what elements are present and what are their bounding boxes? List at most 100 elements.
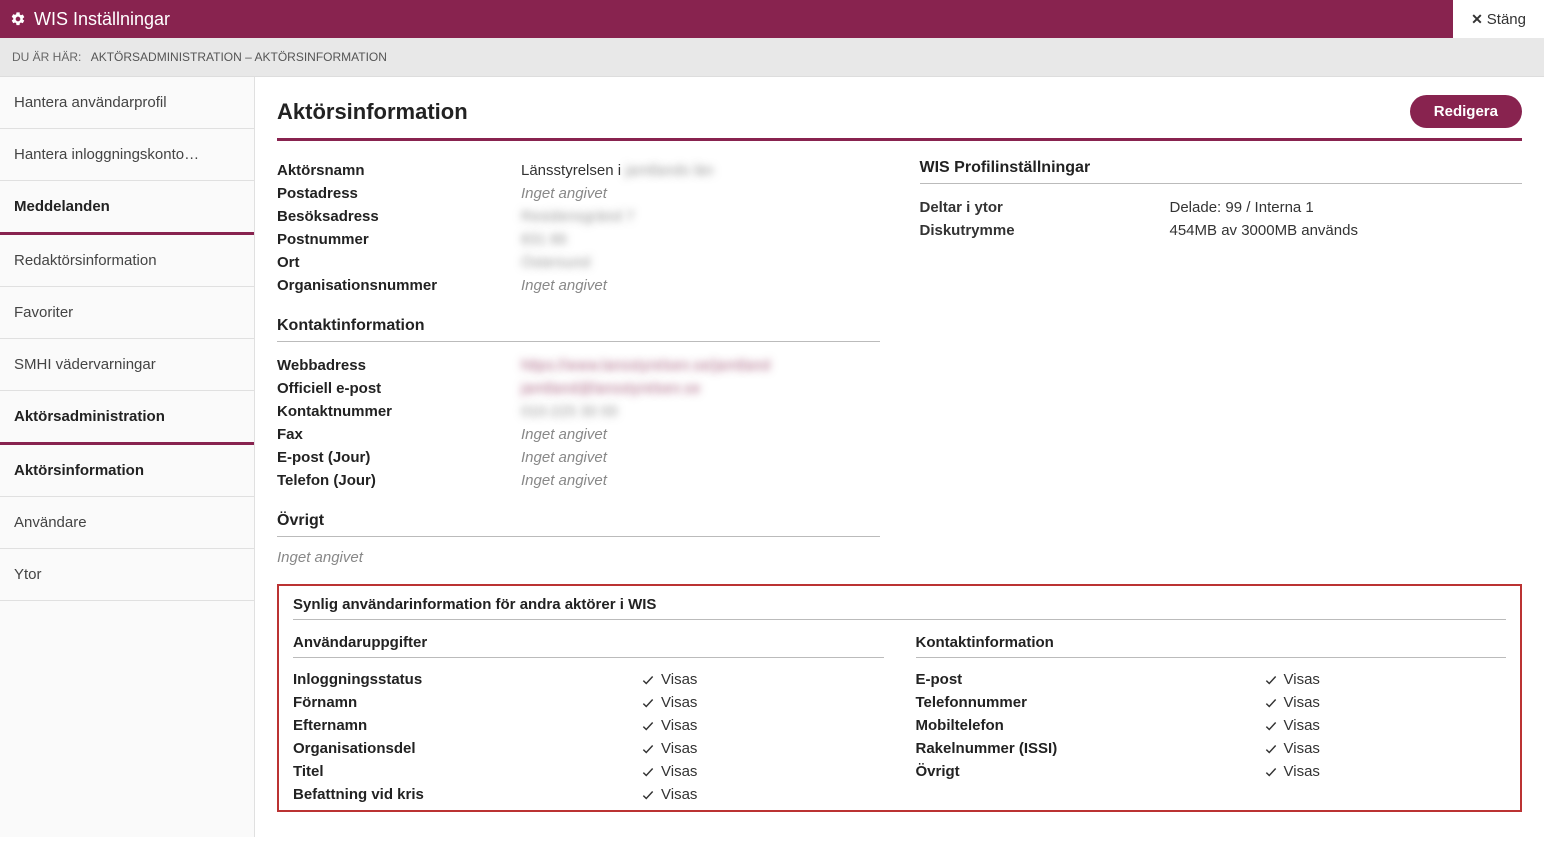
vis-value: Visas	[641, 763, 697, 780]
visibility-left-header: Användaruppgifter	[293, 634, 884, 658]
kv-value: Östersund	[521, 254, 590, 271]
sidebar-item-2[interactable]: Meddelanden	[0, 181, 254, 235]
check-icon	[1264, 765, 1278, 779]
check-icon	[1264, 673, 1278, 687]
vis-left-row-5: Befattning vid krisVisas	[293, 783, 884, 806]
actor-rows-row-1: PostadressInget angivet	[277, 182, 880, 205]
vis-left-row-0: InloggningsstatusVisas	[293, 668, 884, 691]
vis-label: Övrigt	[916, 763, 1264, 780]
contact-rows-row-5: Telefon (Jour)Inget angivet	[277, 469, 880, 492]
visibility-box: Synlig användarinformation för andra akt…	[277, 584, 1522, 812]
actor-rows-row-0: AktörsnamnLänsstyrelsen i jamtlands län	[277, 159, 880, 182]
close-icon: ✕	[1471, 11, 1483, 28]
contact-rows-row-0: Webbadresshttps://www.lansstyrelsen.se/j…	[277, 354, 880, 377]
kv-value: Residensgränd 7	[521, 208, 634, 225]
kv-value: Inget angivet	[521, 472, 607, 489]
check-icon	[1264, 742, 1278, 756]
contact-section-header: Kontaktinformation	[277, 317, 880, 342]
vis-label: Inloggningsstatus	[293, 671, 641, 688]
vis-right-row-4: ÖvrigtVisas	[916, 760, 1507, 783]
vis-label: Rakelnummer (ISSI)	[916, 740, 1264, 757]
sidebar-item-6[interactable]: Aktörsadministration	[0, 391, 254, 445]
kv-value: 010-225 30 00	[521, 403, 618, 420]
kv-label: E-post (Jour)	[277, 449, 521, 466]
sidebar-item-7[interactable]: Aktörsinformation	[0, 445, 254, 497]
profile-label: Deltar i ytor	[920, 199, 1170, 216]
kv-label: Postadress	[277, 185, 521, 202]
vis-label: E-post	[916, 671, 1264, 688]
vis-label: Telefonnummer	[916, 694, 1264, 711]
check-icon	[641, 765, 655, 779]
check-icon	[641, 788, 655, 802]
contact-rows-row-3: FaxInget angivet	[277, 423, 880, 446]
kv-value: https://www.lansstyrelsen.se/jamtland	[521, 357, 770, 374]
vis-value: Visas	[1264, 717, 1320, 734]
profile-value: 454MB av 3000MB används	[1170, 222, 1358, 239]
kv-value: Inget angivet	[521, 449, 607, 466]
kv-label: Organisationsnummer	[277, 277, 521, 294]
vis-left-row-3: OrganisationsdelVisas	[293, 737, 884, 760]
page-header: Aktörsinformation Redigera	[277, 95, 1522, 141]
kv-value: 831 86	[521, 231, 567, 248]
sidebar-item-1[interactable]: Hantera inloggningskonto…	[0, 129, 254, 181]
sidebar-item-5[interactable]: SMHI vädervarningar	[0, 339, 254, 391]
vis-label: Befattning vid kris	[293, 786, 641, 803]
vis-label: Förnamn	[293, 694, 641, 711]
vis-value: Visas	[641, 786, 697, 803]
sidebar-item-0[interactable]: Hantera användarprofil	[0, 77, 254, 129]
check-icon	[1264, 719, 1278, 733]
sidebar-item-9[interactable]: Ytor	[0, 549, 254, 601]
actor-rows-row-4: OrtÖstersund	[277, 251, 880, 274]
kv-value: Inget angivet	[521, 185, 607, 202]
check-icon	[641, 673, 655, 687]
edit-button[interactable]: Redigera	[1410, 95, 1522, 128]
main-content: Aktörsinformation Redigera AktörsnamnLän…	[255, 77, 1544, 837]
vis-left-row-2: EfternamnVisas	[293, 714, 884, 737]
ovrigt-section-header: Övrigt	[277, 512, 880, 537]
vis-right-row-3: Rakelnummer (ISSI)Visas	[916, 737, 1507, 760]
check-icon	[641, 742, 655, 756]
kv-label: Postnummer	[277, 231, 521, 248]
vis-value: Visas	[1264, 763, 1320, 780]
breadcrumb-path[interactable]: AKTÖRSADMINISTRATION – AKTÖRSINFORMATION	[91, 50, 387, 64]
contact-rows-row-2: Kontaktnummer010-225 30 00	[277, 400, 880, 423]
visibility-title: Synlig användarinformation för andra akt…	[293, 596, 1506, 620]
vis-left-row-1: FörnamnVisas	[293, 691, 884, 714]
actor-rows-row-2: BesöksadressResidensgränd 7	[277, 205, 880, 228]
breadcrumb: DU ÄR HÄR: AKTÖRSADMINISTRATION – AKTÖRS…	[0, 38, 1544, 77]
vis-label: Titel	[293, 763, 641, 780]
gear-icon	[10, 11, 26, 27]
vis-right-row-0: E-postVisas	[916, 668, 1507, 691]
kv-label: Aktörsnamn	[277, 162, 521, 179]
actor-rows-row-3: Postnummer831 86	[277, 228, 880, 251]
vis-label: Organisationsdel	[293, 740, 641, 757]
sidebar-item-8[interactable]: Användare	[0, 497, 254, 549]
actor-rows-row-5: OrganisationsnummerInget angivet	[277, 274, 880, 297]
page-title: Aktörsinformation	[277, 99, 468, 125]
sidebar-item-4[interactable]: Favoriter	[0, 287, 254, 339]
header-left: WIS Inställningar	[10, 9, 170, 30]
kv-value: Inget angivet	[521, 426, 607, 443]
close-button[interactable]: ✕ Stäng	[1453, 0, 1544, 38]
vis-value: Visas	[1264, 740, 1320, 757]
vis-left-row-4: TitelVisas	[293, 760, 884, 783]
profile-value: Delade: 99 / Interna 1	[1170, 199, 1314, 216]
kv-value: Länsstyrelsen i jamtlands län	[521, 162, 714, 179]
sidebar: Hantera användarprofilHantera inloggning…	[0, 77, 255, 837]
vis-value: Visas	[641, 717, 697, 734]
check-icon	[1264, 696, 1278, 710]
vis-label: Mobiltelefon	[916, 717, 1264, 734]
vis-value: Visas	[1264, 671, 1320, 688]
sidebar-item-3[interactable]: Redaktörsinformation	[0, 235, 254, 287]
kv-value: jamtland@lansstyrelsen.se	[521, 380, 700, 397]
kv-label: Besöksadress	[277, 208, 521, 225]
vis-value: Visas	[641, 740, 697, 757]
header-title: WIS Inställningar	[34, 9, 170, 30]
vis-right-row-1: TelefonnummerVisas	[916, 691, 1507, 714]
vis-right-row-2: MobiltelefonVisas	[916, 714, 1507, 737]
profile-section-header: WIS Profilinställningar	[920, 159, 1523, 184]
profile-row-0: Deltar i ytorDelade: 99 / Interna 1	[920, 196, 1523, 219]
ovrigt-text: Inget angivet	[277, 549, 880, 566]
vis-value: Visas	[1264, 694, 1320, 711]
contact-rows-row-1: Officiell e-postjamtland@lansstyrelsen.s…	[277, 377, 880, 400]
